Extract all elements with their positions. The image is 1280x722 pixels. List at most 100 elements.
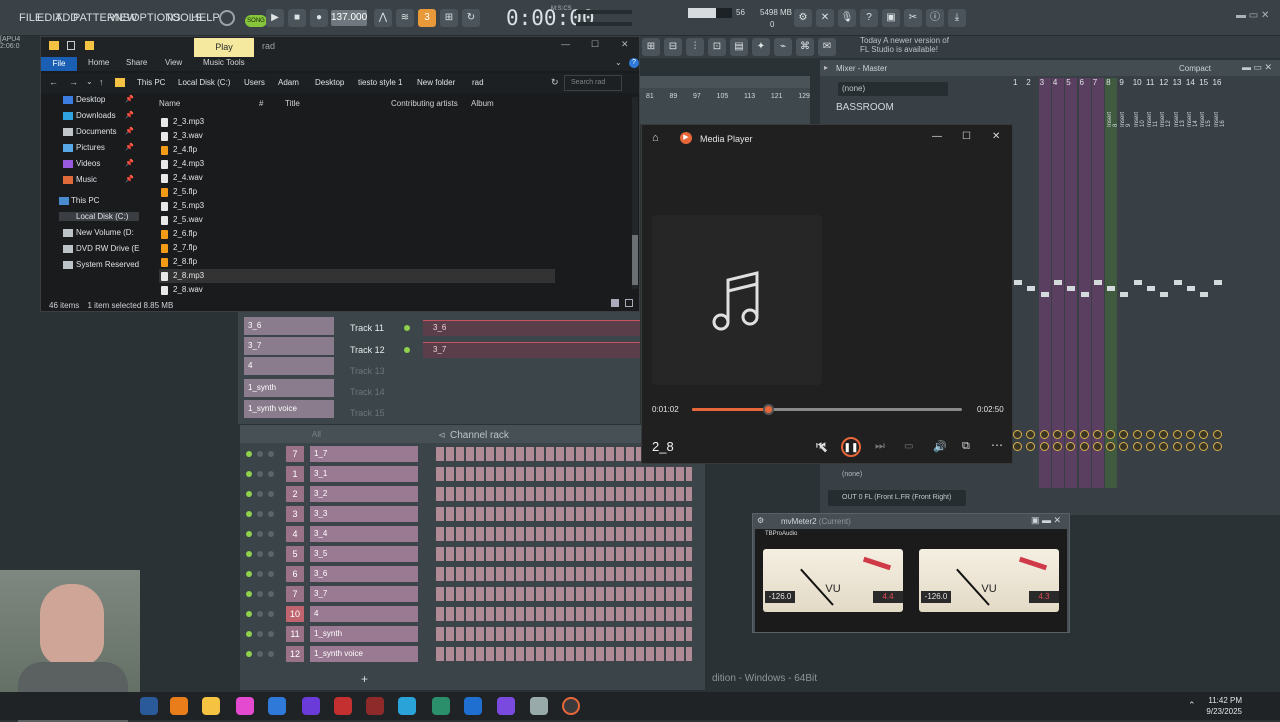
wait-icon[interactable]: ≋ xyxy=(396,9,414,27)
channel-knob[interactable] xyxy=(257,571,263,577)
up-arrow-icon[interactable]: ↑ xyxy=(99,77,104,87)
track-mute-led[interactable] xyxy=(404,325,410,331)
mixer-insert-strip[interactable] xyxy=(1145,78,1157,488)
audio-clip[interactable]: 3_6 xyxy=(423,320,640,336)
channel-rack-icon[interactable]: ⊡ xyxy=(708,38,726,56)
nav-item[interactable]: Music xyxy=(76,175,97,184)
nav-item[interactable]: New Volume (D: xyxy=(76,228,134,237)
pattern-pad[interactable]: 1_synth voice xyxy=(244,400,334,418)
channel-knob[interactable] xyxy=(257,491,263,497)
mixer-fader[interactable] xyxy=(1093,280,1102,285)
mixer-fader[interactable] xyxy=(1014,280,1022,285)
mixer-send-knob[interactable] xyxy=(1013,430,1022,439)
channel-knob[interactable] xyxy=(268,571,274,577)
seek-thumb[interactable] xyxy=(762,404,774,415)
channel-knob[interactable] xyxy=(257,451,263,457)
master-volume-knob[interactable] xyxy=(219,10,235,26)
taskbar-app-icon[interactable] xyxy=(140,697,158,715)
channel-mixer-track[interactable]: 10 xyxy=(286,606,304,622)
channel-mute-led[interactable] xyxy=(246,651,252,657)
download-icon[interactable]: ⤓ xyxy=(948,9,966,27)
quick-access-play-tab[interactable]: Play xyxy=(194,38,254,57)
channel-mixer-track[interactable]: 7 xyxy=(286,446,304,462)
mixer-fader[interactable] xyxy=(1186,286,1195,291)
channel-name-button[interactable]: 3_1 xyxy=(310,466,418,482)
mixer-bottom-slot[interactable]: (none) xyxy=(842,471,862,478)
cut-icon[interactable]: ✂ xyxy=(904,9,922,27)
track-label[interactable]: Track 14 xyxy=(350,387,385,397)
file-row[interactable]: 2_8.mp3 xyxy=(159,269,555,283)
column-header-artists[interactable]: Contributing artists xyxy=(391,99,458,108)
pattern-pad[interactable]: 3_7 xyxy=(244,337,334,355)
mixer-send-knob[interactable] xyxy=(1079,442,1089,451)
nav-item[interactable]: Videos xyxy=(76,159,100,168)
channel-knob[interactable] xyxy=(268,591,274,597)
channel-knob[interactable] xyxy=(257,651,263,657)
breadcrumb-item[interactable]: tiesto style 1 xyxy=(358,78,402,87)
channel-mixer-track[interactable]: 12 xyxy=(286,646,304,662)
info-icon[interactable]: ⓘ xyxy=(926,9,944,27)
next-icon[interactable]: ⏭ xyxy=(875,440,885,453)
mixer-send-knob[interactable] xyxy=(1039,442,1049,451)
maximize-icon[interactable]: ☐ xyxy=(591,39,599,50)
nav-item[interactable]: Pictures xyxy=(76,143,105,152)
mixer-send-knob[interactable] xyxy=(1132,430,1142,439)
app-taskbar-icon[interactable] xyxy=(432,697,450,715)
channel-mute-led[interactable] xyxy=(246,471,252,477)
chevron-down-icon[interactable]: ⌄ xyxy=(615,58,622,67)
mixer-plugin-slot[interactable]: BASSROOM xyxy=(836,102,894,113)
pattern-pad[interactable]: 3_6 xyxy=(244,317,334,335)
checkbox-icon[interactable] xyxy=(67,41,75,50)
nav-item[interactable]: Desktop xyxy=(76,95,105,104)
channel-knob[interactable] xyxy=(268,551,274,557)
ribbon-tab-file[interactable]: File xyxy=(41,57,77,71)
breadcrumb-item[interactable]: Desktop xyxy=(315,78,344,87)
mixer-insert-strip[interactable] xyxy=(1065,78,1078,488)
scrollbar[interactable] xyxy=(632,97,638,289)
file-row[interactable]: 2_6.flp xyxy=(159,227,555,241)
pin-icon[interactable]: 📌 xyxy=(125,159,134,167)
play-icon[interactable]: ▶ xyxy=(266,9,284,27)
step-sequencer-row[interactable] xyxy=(436,627,692,641)
mixer-fader[interactable] xyxy=(1200,292,1209,297)
mixer-fader[interactable] xyxy=(1107,286,1116,291)
master-volume-slider[interactable] xyxy=(576,22,632,26)
app-taskbar-icon[interactable] xyxy=(302,697,320,715)
channel-name-button[interactable]: 3_3 xyxy=(310,506,418,522)
breadcrumb-item[interactable]: Local Disk (C:) xyxy=(178,78,230,87)
mixer-insert-strip[interactable] xyxy=(1118,78,1130,488)
ribbon-tab-view[interactable]: View xyxy=(165,58,182,67)
piano-roll-icon[interactable]: ⊟ xyxy=(664,38,682,56)
mixer-insert-strip[interactable] xyxy=(1078,78,1091,488)
mixer-view-mode[interactable]: Compact xyxy=(1179,64,1211,73)
breadcrumb-item[interactable]: Users xyxy=(244,78,265,87)
plugin-picker-icon[interactable]: ✦ xyxy=(752,38,770,56)
channel-name-button[interactable]: 3_7 xyxy=(310,586,418,602)
step-sequencer-row[interactable] xyxy=(436,647,692,661)
chevron-up-icon[interactable]: ⌃ xyxy=(1188,700,1196,711)
close-icon[interactable]: ✕ xyxy=(621,39,629,50)
channel-knob[interactable] xyxy=(257,591,263,597)
channel-mute-led[interactable] xyxy=(246,551,252,557)
playlist-icon[interactable]: ⊞ xyxy=(642,38,660,56)
channel-mute-led[interactable] xyxy=(246,491,252,497)
mixer-send-knob[interactable] xyxy=(1039,430,1049,439)
master-pitch-slider[interactable] xyxy=(576,10,632,14)
mixer-insert-slot[interactable]: (none) xyxy=(838,82,948,96)
mixer-send-knob[interactable] xyxy=(1132,442,1142,451)
details-view-icon[interactable] xyxy=(611,299,619,307)
back-arrow-icon[interactable]: ← xyxy=(49,77,58,87)
channel-row[interactable]: 7 3_7 xyxy=(246,586,418,602)
file-row[interactable]: 2_4.mp3 xyxy=(159,157,555,171)
mixer-send-knob[interactable] xyxy=(1146,430,1155,439)
channel-row[interactable]: 4 3_4 xyxy=(246,526,418,542)
nav-item[interactable]: Local Disk (C:) xyxy=(59,212,139,221)
channel-row[interactable]: 11 1_synth xyxy=(246,626,418,642)
channel-name-button[interactable]: 4 xyxy=(310,606,418,622)
mixer-send-knob[interactable] xyxy=(1052,442,1062,451)
channel-row[interactable]: 12 1_synth voice xyxy=(246,646,418,662)
channel-mixer-track[interactable]: 11 xyxy=(286,626,304,642)
breadcrumb-item[interactable]: rad xyxy=(472,78,484,87)
menu-help[interactable]: HELP xyxy=(191,12,220,24)
channel-mute-led[interactable] xyxy=(246,591,252,597)
